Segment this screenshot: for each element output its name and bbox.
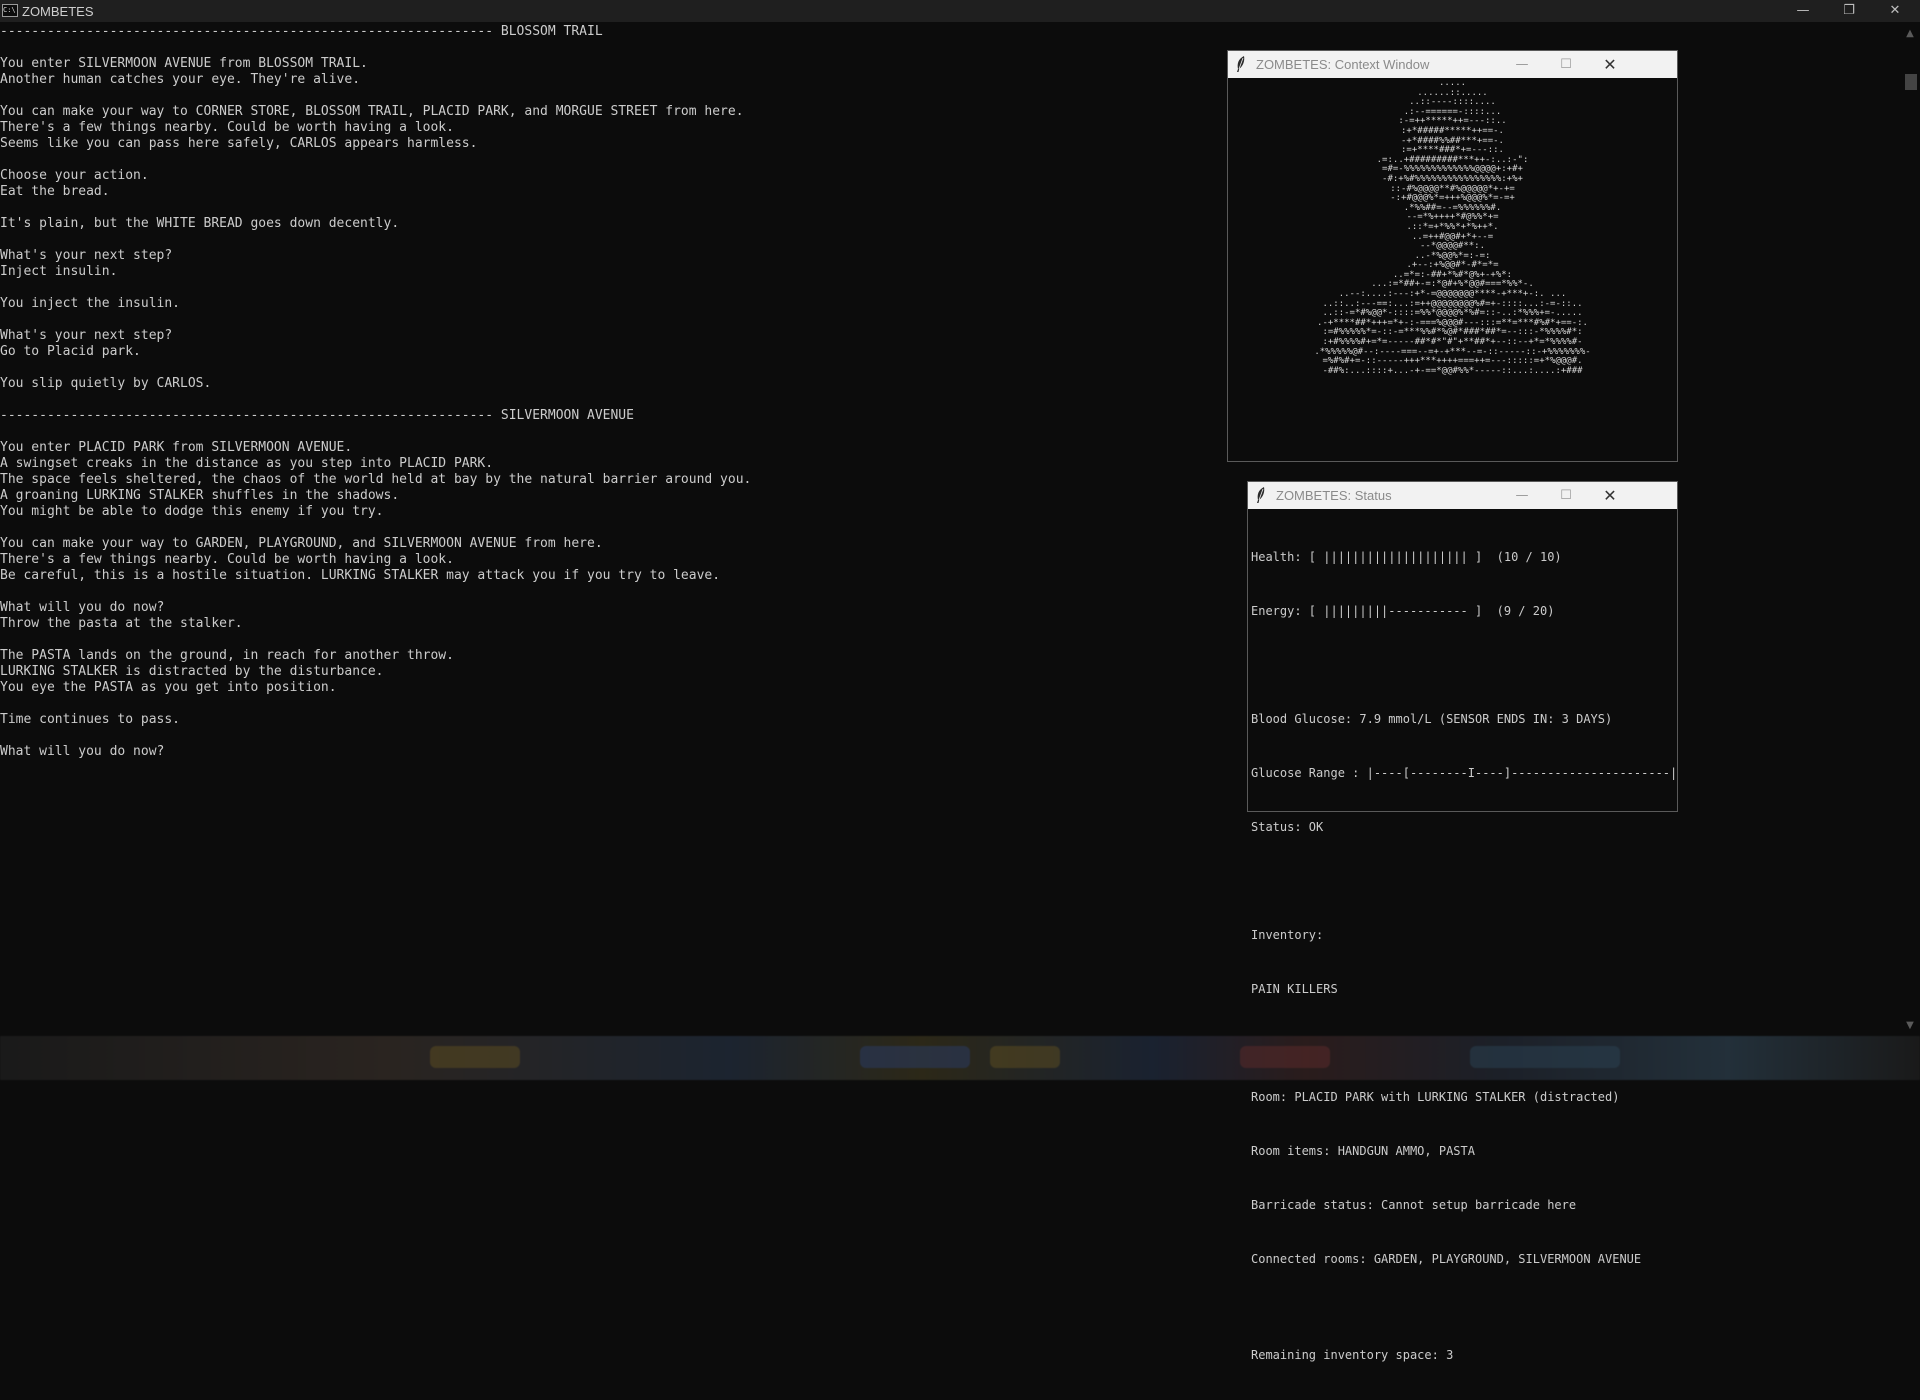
console-title-bar[interactable]: C:\ ZOMBETES — ❐ ✕ (0, 0, 1920, 22)
console-line: Eat the bread. (0, 184, 1210, 200)
console-line: What's your next step? (0, 248, 1210, 264)
energy-bar: Energy: [ |||||||||----------- ] (9 / 20… (1251, 602, 1675, 620)
blood-glucose-readout: Blood Glucose: 7.9 mmol/L (SENSOR ENDS I… (1251, 710, 1675, 728)
scroll-down-arrow-icon[interactable]: ▼ (1900, 1020, 1920, 1031)
console-line: You might be able to dodge this enemy if… (0, 504, 1210, 520)
console-line: A swingset creaks in the distance as you… (0, 456, 1210, 472)
console-line (0, 520, 1210, 536)
console-close-button[interactable]: ✕ (1872, 0, 1918, 22)
console-line: What will you do now? (0, 600, 1210, 616)
console-line: You can make your way to GARDEN, PLAYGRO… (0, 536, 1210, 552)
console-scrollbar[interactable]: ▲ ▼ (1900, 22, 1920, 1036)
console-line (0, 280, 1210, 296)
console-line: It's plain, but the WHITE BREAD goes dow… (0, 216, 1210, 232)
console-line: The space feels sheltered, the chaos of … (0, 472, 1210, 488)
inventory-label: Inventory: (1251, 926, 1675, 944)
feather-icon (1236, 56, 1246, 72)
health-bar: Health: [ |||||||||||||||||||| ] (10 / 1… (1251, 548, 1675, 566)
scroll-up-arrow-icon[interactable]: ▲ (1900, 28, 1920, 39)
console-line (0, 200, 1210, 216)
console-line (0, 88, 1210, 104)
room-info: Room: PLACID PARK with LURKING STALKER (… (1251, 1088, 1675, 1106)
taskbar (0, 1036, 1920, 1080)
context-minimize-button[interactable]: — (1500, 51, 1544, 78)
console-line: What's your next step? (0, 328, 1210, 344)
room-items: Room items: HANDGUN AMMO, PASTA (1251, 1142, 1675, 1160)
console-line (0, 392, 1210, 408)
console-maximize-button[interactable]: ❐ (1826, 0, 1872, 22)
console-line (0, 232, 1210, 248)
context-window: ZOMBETES: Context Window — ☐ ✕ .........… (1227, 50, 1678, 462)
status-window: ZOMBETES: Status — ☐ ✕ Health: [ |||||||… (1247, 481, 1678, 812)
console-line: ----------------------------------------… (0, 24, 1210, 40)
feather-icon (1256, 487, 1266, 503)
console-line: You enter PLACID PARK from SILVERMOON AV… (0, 440, 1210, 456)
console-app-icon: C:\ (2, 4, 18, 17)
console-line (0, 40, 1210, 56)
ascii-portrait: ...........::.......::----::::.....:--==… (1228, 79, 1677, 459)
console-output[interactable]: ----------------------------------------… (0, 24, 1210, 760)
console-line: Inject insulin. (0, 264, 1210, 280)
console-line: There's a few things nearby. Could be wo… (0, 552, 1210, 568)
status-maximize-button[interactable]: ☐ (1544, 482, 1588, 509)
console-line: You can make your way to CORNER STORE, B… (0, 104, 1210, 120)
context-window-title-bar[interactable]: ZOMBETES: Context Window — ☐ ✕ (1228, 51, 1677, 78)
status-window-title-bar[interactable]: ZOMBETES: Status — ☐ ✕ (1248, 482, 1677, 509)
context-window-title: ZOMBETES: Context Window (1256, 57, 1429, 72)
taskbar-app-icon[interactable] (430, 1046, 520, 1068)
console-line: Be careful, this is a hostile situation.… (0, 568, 1210, 584)
console-window-title: ZOMBETES (22, 4, 94, 19)
taskbar-app-icon[interactable] (1470, 1046, 1620, 1068)
console-line: ----------------------------------------… (0, 408, 1210, 424)
console-line (0, 424, 1210, 440)
console-line: Throw the pasta at the stalker. (0, 616, 1210, 632)
console-line: You inject the insulin. (0, 296, 1210, 312)
console-line: The PASTA lands on the ground, in reach … (0, 648, 1210, 664)
status-window-title: ZOMBETES: Status (1276, 488, 1392, 503)
console-line: Seems like you can pass here safely, CAR… (0, 136, 1210, 152)
connected-rooms: Connected rooms: GARDEN, PLAYGROUND, SIL… (1251, 1250, 1675, 1268)
context-maximize-button[interactable]: ☐ (1544, 51, 1588, 78)
taskbar-app-icon[interactable] (860, 1046, 970, 1068)
console-line: What will you do now? (0, 744, 1210, 760)
context-close-button[interactable]: ✕ (1588, 51, 1632, 78)
console-line: A groaning LURKING STALKER shuffles in t… (0, 488, 1210, 504)
glucose-range-bar: Glucose Range : |----[--------I----]----… (1251, 764, 1675, 782)
ascii-art-line: -##%:...::::+...-+-==*@@#%%*-----::...:.… (1228, 367, 1677, 377)
console-line (0, 584, 1210, 600)
console-line: LURKING STALKER is distracted by the dis… (0, 664, 1210, 680)
status-text: Status: OK (1251, 818, 1675, 836)
console-line (0, 360, 1210, 376)
console-line (0, 312, 1210, 328)
console-line (0, 728, 1210, 744)
taskbar-app-icon[interactable] (990, 1046, 1060, 1068)
barricade-status: Barricade status: Cannot setup barricade… (1251, 1196, 1675, 1214)
console-line: There's a few things nearby. Could be wo… (0, 120, 1210, 136)
inventory-space: Remaining inventory space: 3 (1251, 1346, 1675, 1364)
console-line: You slip quietly by CARLOS. (0, 376, 1210, 392)
console-minimize-button[interactable]: — (1780, 0, 1826, 22)
console-line: Go to Placid park. (0, 344, 1210, 360)
status-close-button[interactable]: ✕ (1588, 482, 1632, 509)
inventory-item: PAIN KILLERS (1251, 980, 1675, 998)
console-line: Another human catches your eye. They're … (0, 72, 1210, 88)
console-line (0, 632, 1210, 648)
status-body: Health: [ |||||||||||||||||||| ] (10 / 1… (1251, 512, 1675, 1400)
status-minimize-button[interactable]: — (1500, 482, 1544, 509)
console-line (0, 152, 1210, 168)
console-line: You eye the PASTA as you get into positi… (0, 680, 1210, 696)
console-line: You enter SILVERMOON AVENUE from BLOSSOM… (0, 56, 1210, 72)
console-line: Choose your action. (0, 168, 1210, 184)
scroll-thumb[interactable] (1905, 74, 1917, 90)
taskbar-app-icon[interactable] (1240, 1046, 1330, 1068)
console-line (0, 696, 1210, 712)
console-line: Time continues to pass. (0, 712, 1210, 728)
